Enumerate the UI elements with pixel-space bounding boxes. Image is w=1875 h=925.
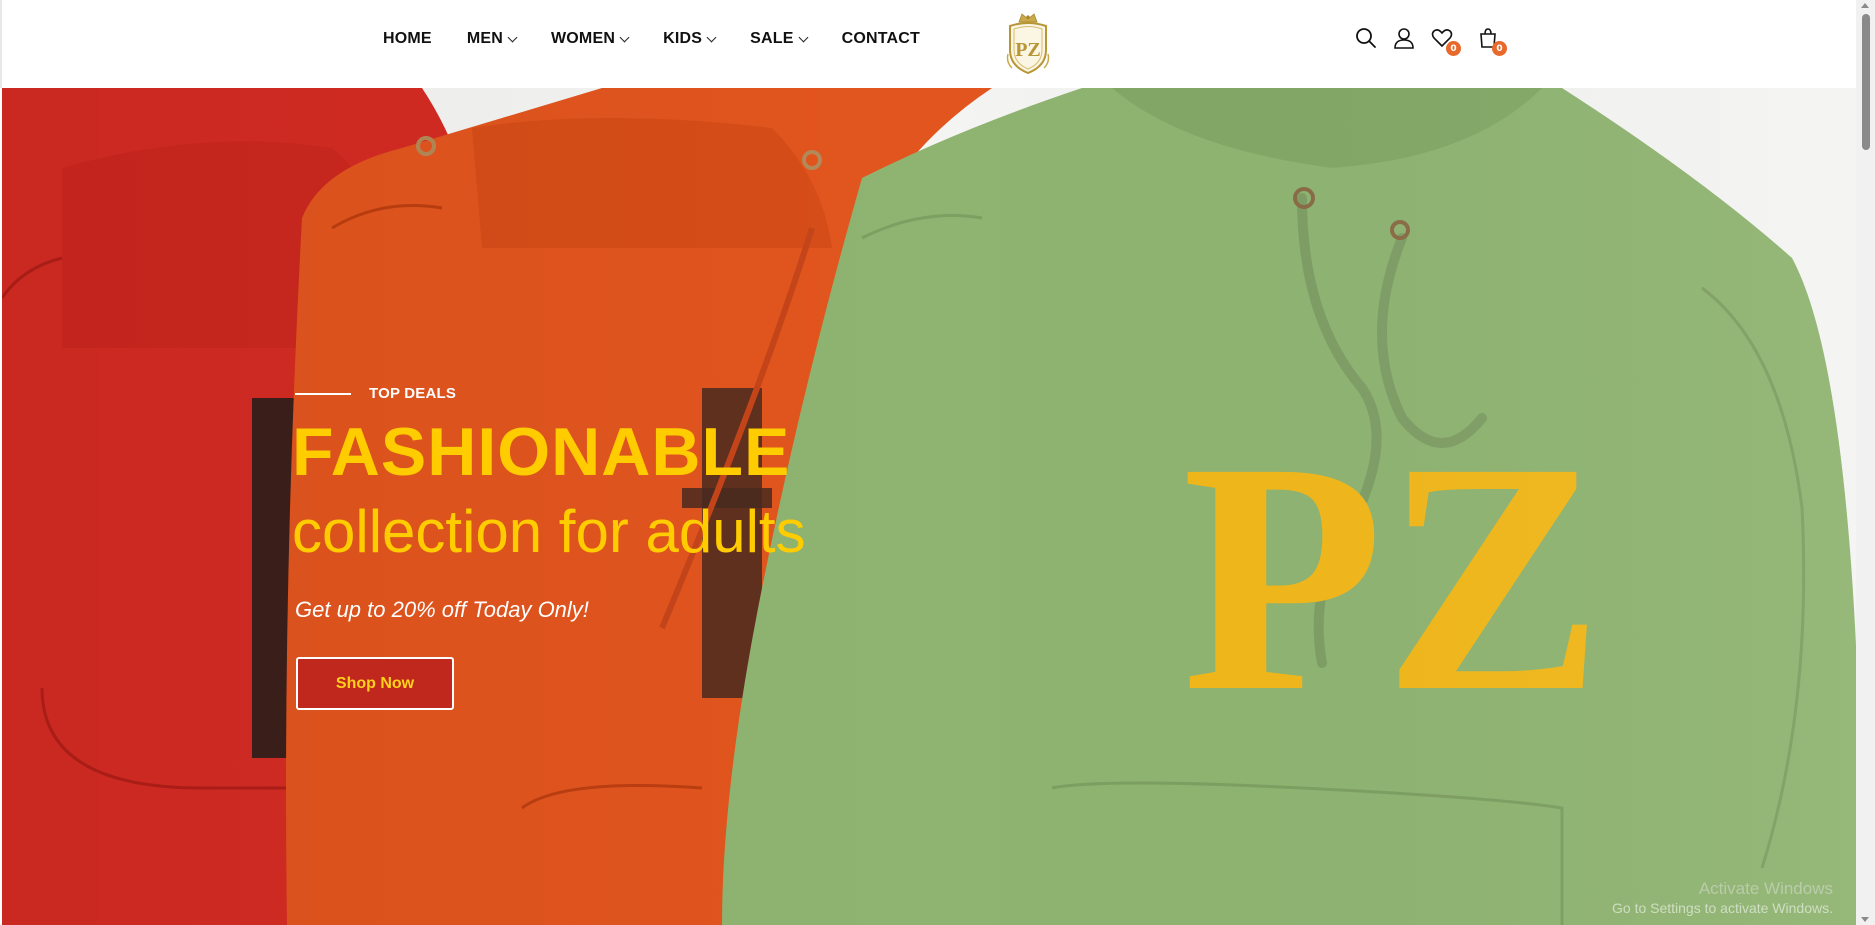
header-icons: 0 0: [1354, 26, 1507, 56]
hero-banner: PZ: [2, 88, 1856, 925]
hero-tagline: Get up to 20% off Today Only!: [295, 597, 589, 622]
wishlist-button[interactable]: 0: [1430, 26, 1461, 56]
nav-home[interactable]: HOME: [383, 30, 432, 48]
eyebrow-text: TOP DEALS: [369, 385, 457, 402]
nav-sale-label: SALE: [750, 30, 794, 47]
crown-crest-logo-icon: PZ: [1006, 13, 1050, 75]
nav-men-label: MEN: [466, 30, 503, 47]
nav-women[interactable]: WOMEN: [550, 30, 630, 48]
nav-kids-label: KIDS: [663, 30, 703, 47]
logo-text: PZ: [1015, 39, 1041, 61]
chevron-down-icon: [706, 32, 717, 42]
hero-headline: FASHIONABLE: [292, 414, 791, 490]
nav-home-label: HOME: [383, 30, 432, 47]
eyebrow-divider: [295, 392, 351, 395]
user-icon: [1394, 28, 1414, 49]
site-logo[interactable]: PZ: [1002, 10, 1054, 78]
chevron-down-icon: [507, 32, 518, 42]
hero-subheadline: collection for adults: [292, 498, 806, 565]
nav-kids[interactable]: KIDS: [663, 30, 717, 48]
scroll-up-arrow-icon[interactable]: [1861, 3, 1869, 8]
hoodies-product-image: PZ: [2, 88, 1856, 925]
hero-eyebrow: TOP DEALS: [295, 385, 456, 402]
nav-contact-label: CONTACT: [841, 30, 921, 47]
cart-button[interactable]: 0: [1476, 26, 1507, 56]
search-button[interactable]: [1354, 26, 1378, 50]
page-scrollbar[interactable]: [1856, 0, 1875, 925]
nav-men[interactable]: MEN: [466, 30, 518, 48]
nav-contact[interactable]: CONTACT: [842, 30, 920, 48]
wishlist-count-badge: 0: [1446, 41, 1461, 56]
scroll-down-arrow-icon[interactable]: [1861, 917, 1869, 922]
watermark-line-1: Activate Windows: [1698, 879, 1833, 899]
main-nav: HOME MEN WOMEN KIDS SALE CONTACT: [383, 30, 955, 48]
shop-now-button[interactable]: Shop Now: [296, 657, 454, 710]
watermark-line-2: Go to Settings to activate Windows.: [1612, 899, 1833, 916]
nav-women-label: WOMEN: [550, 30, 616, 47]
chevron-down-icon: [798, 32, 809, 42]
scrollbar-thumb[interactable]: [1862, 14, 1870, 150]
nav-sale[interactable]: SALE: [750, 30, 809, 48]
chevron-down-icon: [619, 32, 630, 42]
site-header: HOME MEN WOMEN KIDS SALE CONTACT PZ 0 0: [0, 0, 1856, 88]
cart-count-badge: 0: [1492, 41, 1507, 56]
windows-activation-watermark: Activate Windows Go to Settings to activ…: [1612, 878, 1833, 917]
search-icon: [1356, 28, 1376, 48]
account-button[interactable]: [1392, 26, 1416, 50]
